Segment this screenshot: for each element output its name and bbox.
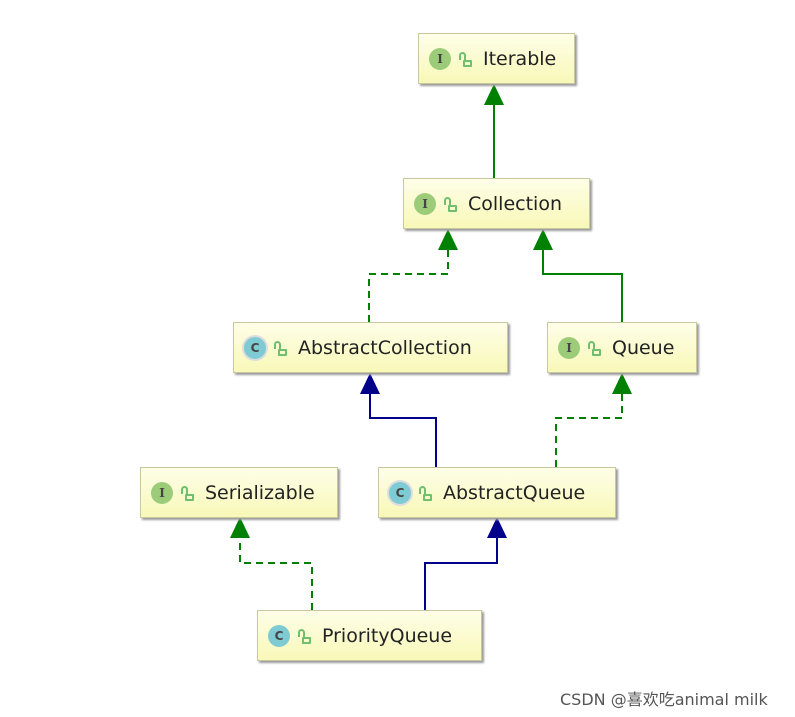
public-lock-icon [181, 485, 195, 501]
node-label: AbstractQueue [443, 481, 586, 504]
arrowhead [533, 229, 553, 250]
public-lock-icon [419, 485, 433, 501]
node-label: Iterable [483, 47, 557, 70]
node-label: Queue [612, 336, 675, 359]
edge-priorityqueue-to-serializable [239, 537, 313, 610]
arrowhead [360, 373, 380, 394]
public-lock-icon [588, 340, 602, 356]
node-collection[interactable]: I Collection [403, 178, 590, 229]
node-label: Serializable [205, 481, 315, 504]
interface-icon: I [414, 192, 436, 215]
public-lock-icon [274, 340, 288, 356]
node-iterable[interactable]: I Iterable [418, 33, 575, 84]
edge-abstractqueue-to-abstractcollection [369, 393, 437, 467]
watermark: CSDN @喜欢吃animal milk [560, 690, 768, 709]
edge-priorityqueue-to-abstractqueue [424, 537, 498, 610]
edge-abstractqueue-to-queue [555, 393, 623, 467]
node-label: PriorityQueue [322, 624, 453, 647]
interface-icon: I [429, 47, 451, 70]
node-abstractqueue[interactable]: C AbstractQueue [378, 467, 616, 518]
node-queue[interactable]: I Queue [547, 322, 697, 373]
public-lock-icon [459, 51, 473, 67]
arrowhead [487, 517, 507, 538]
node-label: Collection [468, 192, 562, 215]
edge-abstractcollection-to-collection [368, 249, 449, 322]
public-lock-icon [444, 196, 458, 212]
uml-diagram: I Iterable I Collection C AbstractCollection I… [0, 0, 795, 717]
arrowhead [612, 373, 632, 394]
arrowhead [438, 229, 458, 250]
abstract-class-icon: C [244, 336, 266, 359]
arrowhead [484, 84, 504, 105]
node-abstractcollection[interactable]: C AbstractCollection [233, 322, 508, 373]
node-serializable[interactable]: I Serializable [140, 467, 338, 518]
class-icon: C [268, 624, 290, 647]
abstract-class-icon: C [389, 481, 411, 504]
node-priorityqueue[interactable]: C PriorityQueue [257, 610, 482, 661]
public-lock-icon [298, 628, 312, 644]
interface-icon: I [151, 481, 173, 504]
interface-icon: I [558, 336, 580, 359]
arrowhead [230, 517, 250, 538]
edge-queue-to-collection [542, 249, 623, 322]
node-label: AbstractCollection [298, 336, 472, 359]
